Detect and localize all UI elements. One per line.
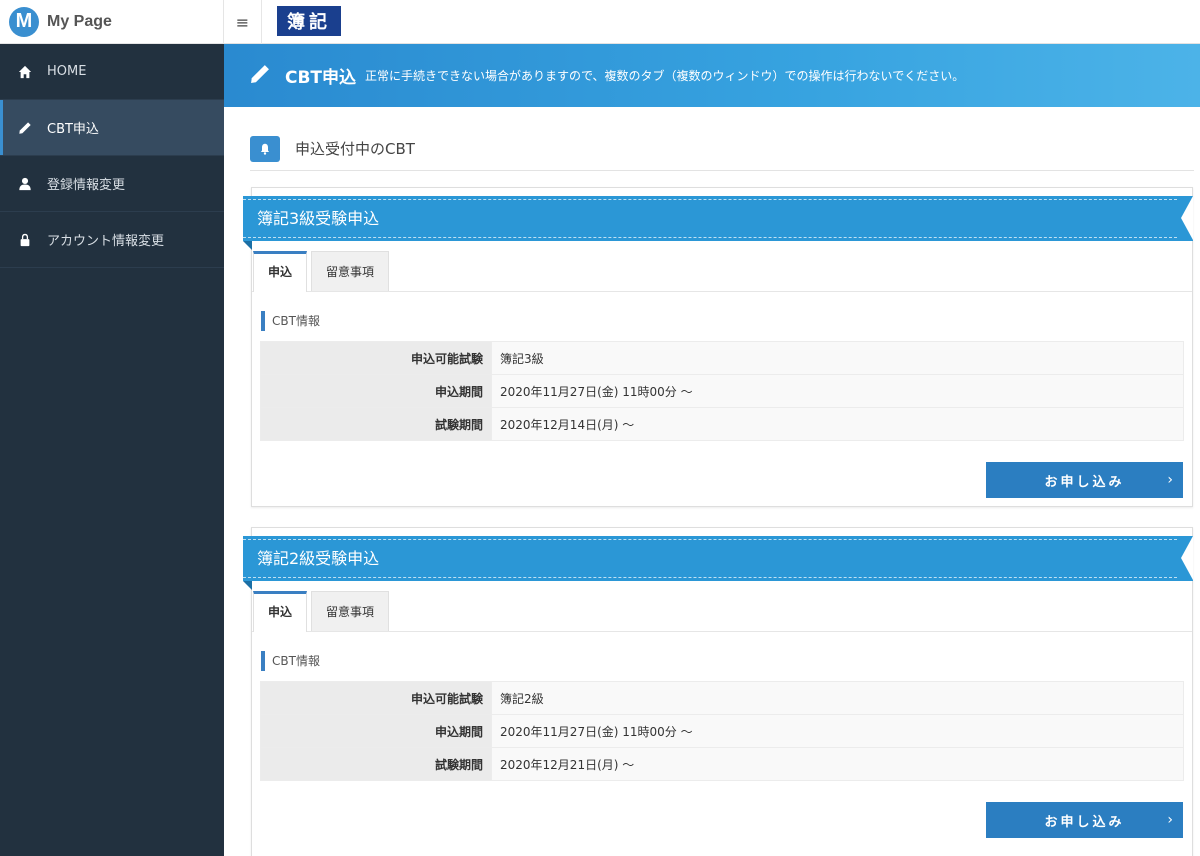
bell-icon	[250, 136, 280, 162]
sidebar-item-registration[interactable]: 登録情報変更	[0, 156, 224, 212]
pencil-icon	[249, 63, 271, 89]
row-key: 試験期間	[260, 407, 492, 441]
tab-apply[interactable]: 申込	[253, 251, 308, 292]
tab-notes[interactable]: 留意事項	[311, 591, 390, 631]
apply-button[interactable]: お申し込み ›	[986, 802, 1183, 838]
boki-logo[interactable]: 簿記	[277, 6, 341, 36]
info-table: 申込可能試験 簿記2級 申込期間 2020年11月27日(金) 11時00分 〜…	[260, 681, 1184, 781]
apply-button[interactable]: お申し込み ›	[986, 462, 1183, 498]
chevron-right-icon: ›	[1167, 472, 1173, 488]
row-key: 申込可能試験	[260, 341, 492, 375]
home-icon	[17, 64, 33, 80]
sidebar-item-label: HOME	[47, 64, 87, 79]
ribbon-stitch	[243, 199, 1177, 238]
ribbon-stitch	[243, 539, 1177, 578]
brand-name: My Page	[47, 12, 112, 30]
sidebar-item-account[interactable]: アカウント情報変更	[0, 212, 224, 268]
sidebar-item-label: CBT申込	[47, 122, 99, 137]
card-tabs: 申込 留意事項	[252, 251, 1192, 292]
apply-button-label: お申し込み	[1044, 474, 1125, 490]
page-note: 正常に手続きできない場合がありますので、複数のタブ（複数のウィンドウ）での操作は…	[365, 69, 965, 83]
info-table: 申込可能試験 簿記3級 申込期間 2020年11月27日(金) 11時00分 〜…	[260, 341, 1184, 441]
card-title: 簿記3級受験申込	[257, 209, 380, 228]
table-row: 申込可能試験 簿記2級	[260, 681, 1184, 715]
menu-toggle-icon[interactable]: ≡	[224, 0, 262, 44]
cbt-card-level3: 簿記3級受験申込 申込 留意事項 CBT情報 申込可能試験 簿記3級 申込期間 …	[243, 187, 1193, 507]
sidebar-item-label: 登録情報変更	[47, 178, 126, 193]
table-row: 申込期間 2020年11月27日(金) 11時00分 〜	[260, 714, 1184, 748]
cbt-card-level2: 簿記2級受験申込 申込 留意事項 CBT情報 申込可能試験 簿記2級 申込期間 …	[243, 527, 1193, 856]
top-bar: ≡ 簿記	[224, 0, 1200, 44]
card-title: 簿記2級受験申込	[257, 549, 380, 568]
sidebar-item-label: アカウント情報変更	[47, 234, 165, 249]
row-value: 2020年11月27日(金) 11時00分 〜	[491, 374, 1184, 408]
section-title: 申込受付中のCBT	[295, 140, 415, 158]
info-label: CBT情報	[261, 651, 320, 671]
card-tabs: 申込 留意事項	[252, 591, 1192, 632]
chevron-right-icon: ›	[1167, 812, 1173, 828]
row-value: 2020年12月14日(月) 〜	[491, 407, 1184, 441]
table-row: 試験期間 2020年12月14日(月) 〜	[260, 407, 1184, 441]
tab-notes[interactable]: 留意事項	[311, 251, 390, 291]
pencil-icon	[17, 120, 33, 136]
brand-logo: M	[9, 6, 39, 37]
page-banner: CBT申込 正常に手続きできない場合がありますので、複数のタブ（複数のウィンドウ…	[224, 44, 1200, 107]
apply-button-label: お申し込み	[1044, 814, 1125, 830]
lock-icon	[17, 232, 33, 248]
row-value: 2020年11月27日(金) 11時00分 〜	[491, 714, 1184, 748]
brand[interactable]: M My Page	[0, 0, 224, 44]
card-ribbon: 簿記3級受験申込	[243, 196, 1193, 250]
tab-apply[interactable]: 申込	[253, 591, 308, 632]
card-ribbon: 簿記2級受験申込	[243, 536, 1193, 590]
row-key: 申込期間	[260, 374, 492, 408]
info-label: CBT情報	[261, 311, 320, 331]
sidebar-item-home[interactable]: HOME	[0, 44, 224, 100]
row-value: 簿記2級	[491, 681, 1184, 715]
page-title: CBT申込	[285, 68, 357, 88]
table-row: 試験期間 2020年12月21日(月) 〜	[260, 747, 1184, 781]
table-row: 申込可能試験 簿記3級	[260, 341, 1184, 375]
user-icon	[17, 176, 33, 192]
sidebar: M My Page HOME CBT申込 登録情報変更 アカウント情報変更	[0, 0, 224, 856]
row-key: 申込可能試験	[260, 681, 492, 715]
row-value: 2020年12月21日(月) 〜	[491, 747, 1184, 781]
section-heading: 申込受付中のCBT	[250, 136, 1194, 171]
row-value: 簿記3級	[491, 341, 1184, 375]
table-row: 申込期間 2020年11月27日(金) 11時00分 〜	[260, 374, 1184, 408]
sidebar-item-cbt[interactable]: CBT申込	[0, 100, 224, 156]
row-key: 申込期間	[260, 714, 492, 748]
row-key: 試験期間	[260, 747, 492, 781]
